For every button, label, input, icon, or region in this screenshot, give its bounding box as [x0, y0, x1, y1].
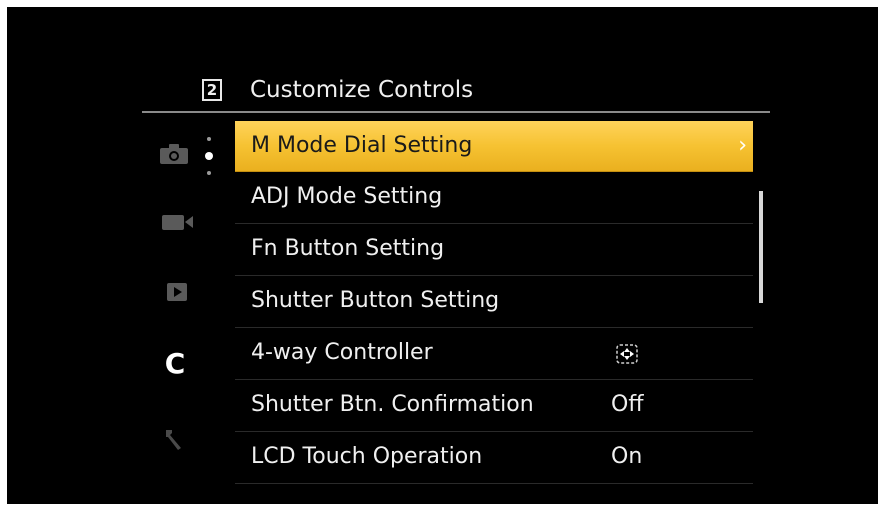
play-icon: [167, 283, 187, 301]
camera-menu-screen: 2 Customize Controls C M Mode Dial Setti…: [7, 7, 878, 504]
menu-item-label: ADJ Mode Setting: [251, 184, 443, 209]
four-way-controller-icon: [616, 344, 638, 364]
menu-tab-column: C: [7, 7, 237, 504]
menu-item-fn-button-setting[interactable]: Fn Button Setting: [235, 224, 753, 276]
menu-item-label: LCD Touch Operation: [251, 444, 483, 469]
menu-item-lcd-touch-operation[interactable]: LCD Touch Operation On: [235, 432, 753, 484]
menu-item-shutter-button-setting[interactable]: Shutter Button Setting: [235, 276, 753, 328]
menu-item-shutter-btn-confirmation[interactable]: Shutter Btn. Confirmation Off: [235, 380, 753, 432]
menu-item-label: M Mode Dial Setting: [251, 133, 473, 158]
menu-item-label: Shutter Btn. Confirmation: [251, 392, 534, 417]
menu-item-m-mode-dial-setting[interactable]: M Mode Dial Setting ›: [235, 121, 753, 172]
menu-scrollbar[interactable]: [759, 191, 763, 303]
menu-list: M Mode Dial Setting › ADJ Mode Setting F…: [235, 121, 753, 484]
camera-icon: [160, 144, 188, 164]
menu-item-value: Off: [611, 392, 644, 417]
menu-item-label: Shutter Button Setting: [251, 288, 500, 313]
tab-playback[interactable]: [162, 277, 192, 307]
tab-setup[interactable]: [157, 423, 191, 455]
menu-item-label: 4-way Controller: [251, 340, 433, 365]
menu-item-label: Fn Button Setting: [251, 236, 445, 261]
menu-item-4-way-controller[interactable]: 4-way Controller: [235, 328, 753, 380]
menu-title: Customize Controls: [250, 77, 474, 103]
video-camera-icon: [162, 215, 193, 230]
wrench-icon: [166, 430, 181, 450]
tab-custom[interactable]: C: [159, 345, 191, 383]
c-letter-icon: C: [164, 347, 186, 380]
tab-shooting[interactable]: [157, 139, 191, 169]
menu-item-adj-mode-setting[interactable]: ADJ Mode Setting: [235, 172, 753, 224]
menu-item-value: On: [611, 444, 643, 469]
chevron-right-icon: ›: [738, 133, 747, 158]
submenu-position-dots: [205, 137, 213, 175]
tab-movie[interactable]: [157, 207, 197, 237]
